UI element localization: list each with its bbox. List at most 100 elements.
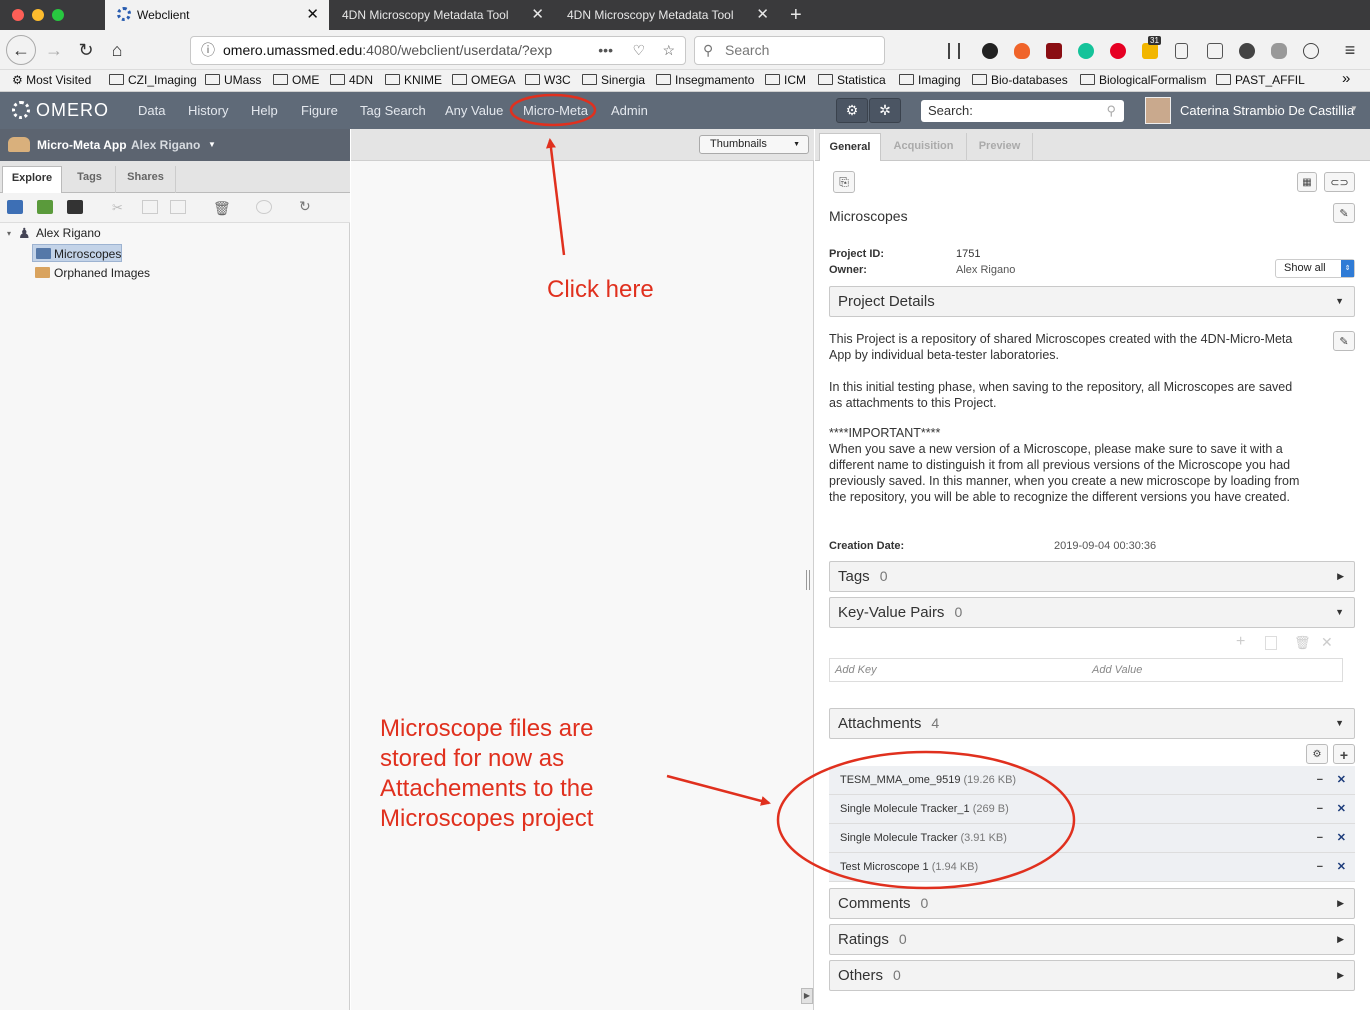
menu-help[interactable]: Help: [251, 103, 278, 118]
account-icon[interactable]: [1303, 43, 1319, 59]
forward-arrow-icon[interactable]: →: [42, 38, 66, 62]
attachment-item[interactable]: Single Molecule Tracker_1 (269 B) − ✕: [829, 795, 1355, 824]
tab-acquisition[interactable]: Acquisition: [881, 133, 967, 161]
reader-icon[interactable]: [1175, 43, 1188, 59]
open-in-viewer-icon[interactable]: ⎘: [833, 171, 855, 193]
close-tab-icon[interactable]: ✕: [531, 0, 544, 30]
cut-icon[interactable]: ✂: [112, 200, 128, 215]
menu-data[interactable]: Data: [138, 103, 165, 118]
add-attachment-icon[interactable]: +: [1333, 744, 1355, 764]
remove-icon[interactable]: −: [1317, 766, 1323, 795]
hamburger-menu-icon[interactable]: ≡: [1338, 38, 1362, 62]
grammarly-icon[interactable]: [1078, 43, 1094, 59]
bookmark-folder[interactable]: Insegmamento: [656, 73, 754, 87]
minimize-window-button[interactable]: [32, 9, 44, 21]
remove-icon[interactable]: −: [1317, 853, 1323, 882]
refresh-icon[interactable]: ↻: [299, 198, 315, 214]
attachment-item[interactable]: TESM_MMA_ome_9519 (19.26 KB) − ✕: [829, 766, 1355, 795]
bookmark-star-icon[interactable]: ☆: [662, 37, 675, 64]
menu-history[interactable]: History: [188, 103, 228, 118]
bookmark-folder[interactable]: 4DN: [330, 73, 373, 87]
tags-section[interactable]: Tags 0 ▶: [829, 561, 1355, 592]
delete-icon[interactable]: ✕: [1337, 853, 1346, 882]
browser-tab-4dn-2[interactable]: 4DN Microscopy Metadata Tool ✕: [555, 0, 779, 30]
browser-tab-webclient[interactable]: Webclient ✕: [105, 0, 329, 30]
home-icon[interactable]: ⌂: [105, 38, 129, 62]
tree-item-microscopes[interactable]: Microscopes: [32, 244, 122, 262]
close-window-button[interactable]: [12, 9, 24, 21]
delete-icon[interactable]: ✕: [1337, 795, 1346, 824]
extension-dark-icon[interactable]: [982, 43, 998, 59]
omero-search-input[interactable]: Search: ⚲: [921, 100, 1124, 122]
tab-explore[interactable]: Explore: [2, 166, 62, 194]
library-icon[interactable]: [948, 43, 960, 59]
bookmark-folder[interactable]: OME: [273, 73, 319, 87]
bookmark-folder[interactable]: ICM: [765, 73, 806, 87]
comments-section[interactable]: Comments 0 ▶: [829, 888, 1355, 919]
chevron-down-icon[interactable]: ▼: [208, 140, 216, 149]
settings-gear-icon[interactable]: ⚙: [836, 98, 868, 123]
extension-fire-icon[interactable]: [1014, 43, 1030, 59]
bookmark-folder[interactable]: Statistica: [818, 73, 886, 87]
chown-icon[interactable]: [256, 200, 272, 214]
menu-any-value[interactable]: Any Value: [445, 103, 503, 118]
close-tab-icon[interactable]: ✕: [756, 0, 769, 30]
url-bar[interactable]: ⓘ omero.umassmed.edu:4080/webclient/user…: [190, 36, 686, 65]
apps-icon[interactable]: ✲: [869, 98, 901, 123]
bookmark-folder[interactable]: UMass: [205, 73, 261, 87]
ratings-section[interactable]: Ratings 0 ▶: [829, 924, 1355, 955]
pinterest-icon[interactable]: [1110, 43, 1126, 59]
sidebar-icon[interactable]: [1207, 43, 1223, 59]
group-user[interactable]: Alex Rigano: [131, 138, 200, 152]
view-select[interactable]: Thumbnails ▼: [699, 135, 809, 154]
bookmark-folder[interactable]: OMEGA: [452, 73, 516, 87]
attachment-item[interactable]: Test Microscope 1 (1.94 KB) − ✕: [829, 853, 1355, 882]
bookmark-folder[interactable]: Bio-databases: [972, 73, 1068, 87]
add-row-icon[interactable]: +: [1236, 633, 1245, 651]
more-bookmarks-icon[interactable]: »: [1342, 70, 1350, 87]
zoom-window-button[interactable]: [52, 9, 64, 21]
calendar-extension-icon[interactable]: [1142, 43, 1158, 59]
remove-icon[interactable]: −: [1317, 824, 1323, 853]
avatar[interactable]: [1145, 97, 1171, 124]
attachments-section[interactable]: Attachments 4 ▼: [829, 708, 1355, 739]
tab-preview[interactable]: Preview: [967, 133, 1033, 161]
add-value-input[interactable]: Add Value: [1092, 664, 1142, 676]
group-name[interactable]: Micro-Meta App: [37, 138, 127, 152]
collapse-right-icon[interactable]: ▶: [801, 988, 813, 1004]
tab-tags[interactable]: Tags: [64, 166, 116, 194]
bookmark-folder[interactable]: BiologicalFormalism: [1080, 73, 1206, 87]
bookmark-folder[interactable]: PAST_AFFIL: [1216, 73, 1305, 87]
omero-logo[interactable]: OMERO: [36, 100, 109, 121]
remove-icon[interactable]: −: [1317, 795, 1323, 824]
delete-trash-icon[interactable]: 🗑: [1294, 635, 1311, 651]
grid-icon[interactable]: ▦: [1297, 172, 1317, 192]
extension-people-icon[interactable]: [1239, 43, 1255, 59]
close-icon[interactable]: ✕: [1321, 634, 1333, 651]
new-screen-icon[interactable]: [67, 200, 83, 214]
delete-trash-icon[interactable]: 🗑: [213, 200, 231, 216]
extension-db-icon[interactable]: [1271, 43, 1287, 59]
delete-icon[interactable]: ✕: [1337, 766, 1346, 795]
bookmark-folder[interactable]: W3C: [525, 73, 571, 87]
tree-root-label[interactable]: Alex Rigano: [36, 226, 101, 240]
attach-options-icon[interactable]: ⚙: [1306, 744, 1328, 764]
menu-tag-search[interactable]: Tag Search: [360, 103, 426, 118]
edit-pencil-icon[interactable]: ✎: [1333, 203, 1355, 223]
delete-icon[interactable]: ✕: [1337, 824, 1346, 853]
bookmark-most-visited[interactable]: ⚙ Most Visited: [12, 73, 91, 87]
menu-micro-meta[interactable]: Micro-Meta: [523, 103, 588, 118]
bookmark-folder[interactable]: CZI_Imaging: [109, 73, 197, 87]
reload-icon[interactable]: ↻: [74, 38, 98, 62]
browser-tab-4dn-1[interactable]: 4DN Microscopy Metadata Tool ✕: [330, 0, 554, 30]
new-dataset-icon[interactable]: [37, 200, 53, 214]
bookmark-folder[interactable]: KNIME: [385, 73, 442, 87]
menu-figure[interactable]: Figure: [301, 103, 338, 118]
close-tab-icon[interactable]: ✕: [306, 0, 319, 30]
new-tab-button[interactable]: +: [784, 0, 814, 30]
link-icon[interactable]: ⊂⊃: [1324, 172, 1355, 192]
bookmark-folder[interactable]: Imaging: [899, 73, 961, 87]
tab-general[interactable]: General: [819, 133, 881, 161]
collapse-icon[interactable]: ▾: [7, 229, 11, 238]
bookmark-folder[interactable]: Sinergia: [582, 73, 645, 87]
